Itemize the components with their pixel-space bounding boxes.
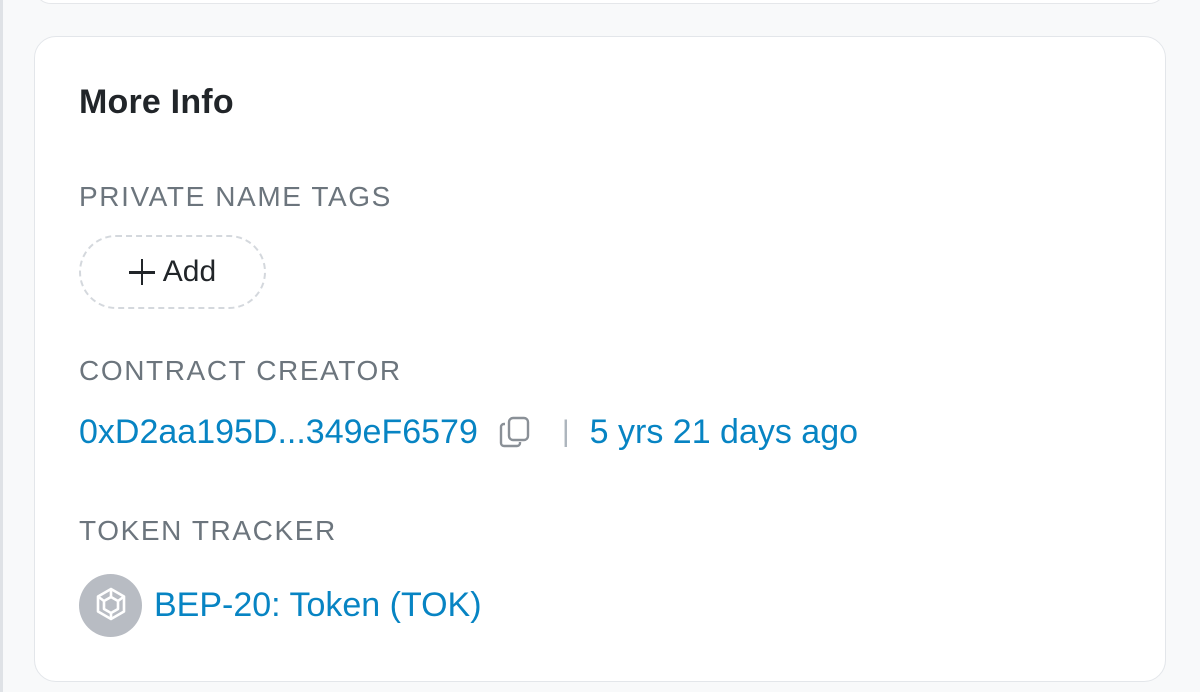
more-info-card: More Info PRIVATE NAME TAGS Add CONTRACT… — [34, 36, 1166, 682]
copy-icon[interactable] — [498, 415, 532, 449]
add-name-tag-button[interactable]: Add — [79, 235, 266, 309]
add-button-label: Add — [162, 255, 217, 288]
bnb-token-icon — [79, 573, 142, 637]
card-title: More Info — [79, 83, 234, 121]
creation-age-link[interactable]: 5 yrs 21 days ago — [590, 413, 858, 452]
creator-address-link[interactable]: 0xD2aa195D...349eF6579 — [79, 413, 478, 452]
contract-creator-row: 0xD2aa195D...349eF6579 | 5 yrs 21 days a… — [79, 409, 858, 455]
token-tracker-label: TOKEN TRACKER — [79, 515, 337, 546]
page: More Info PRIVATE NAME TAGS Add CONTRACT… — [0, 0, 1200, 692]
plus-icon — [128, 259, 155, 285]
token-name-link[interactable]: BEP-20: Token (TOK) — [154, 586, 482, 625]
separator: | — [561, 415, 570, 448]
previous-card — [34, 0, 1166, 4]
contract-creator-label: CONTRACT CREATOR — [79, 355, 402, 386]
private-name-tags-label: PRIVATE NAME TAGS — [79, 181, 392, 212]
token-tracker-row: BEP-20: Token (TOK) — [79, 573, 482, 637]
left-edge — [0, 0, 3, 692]
